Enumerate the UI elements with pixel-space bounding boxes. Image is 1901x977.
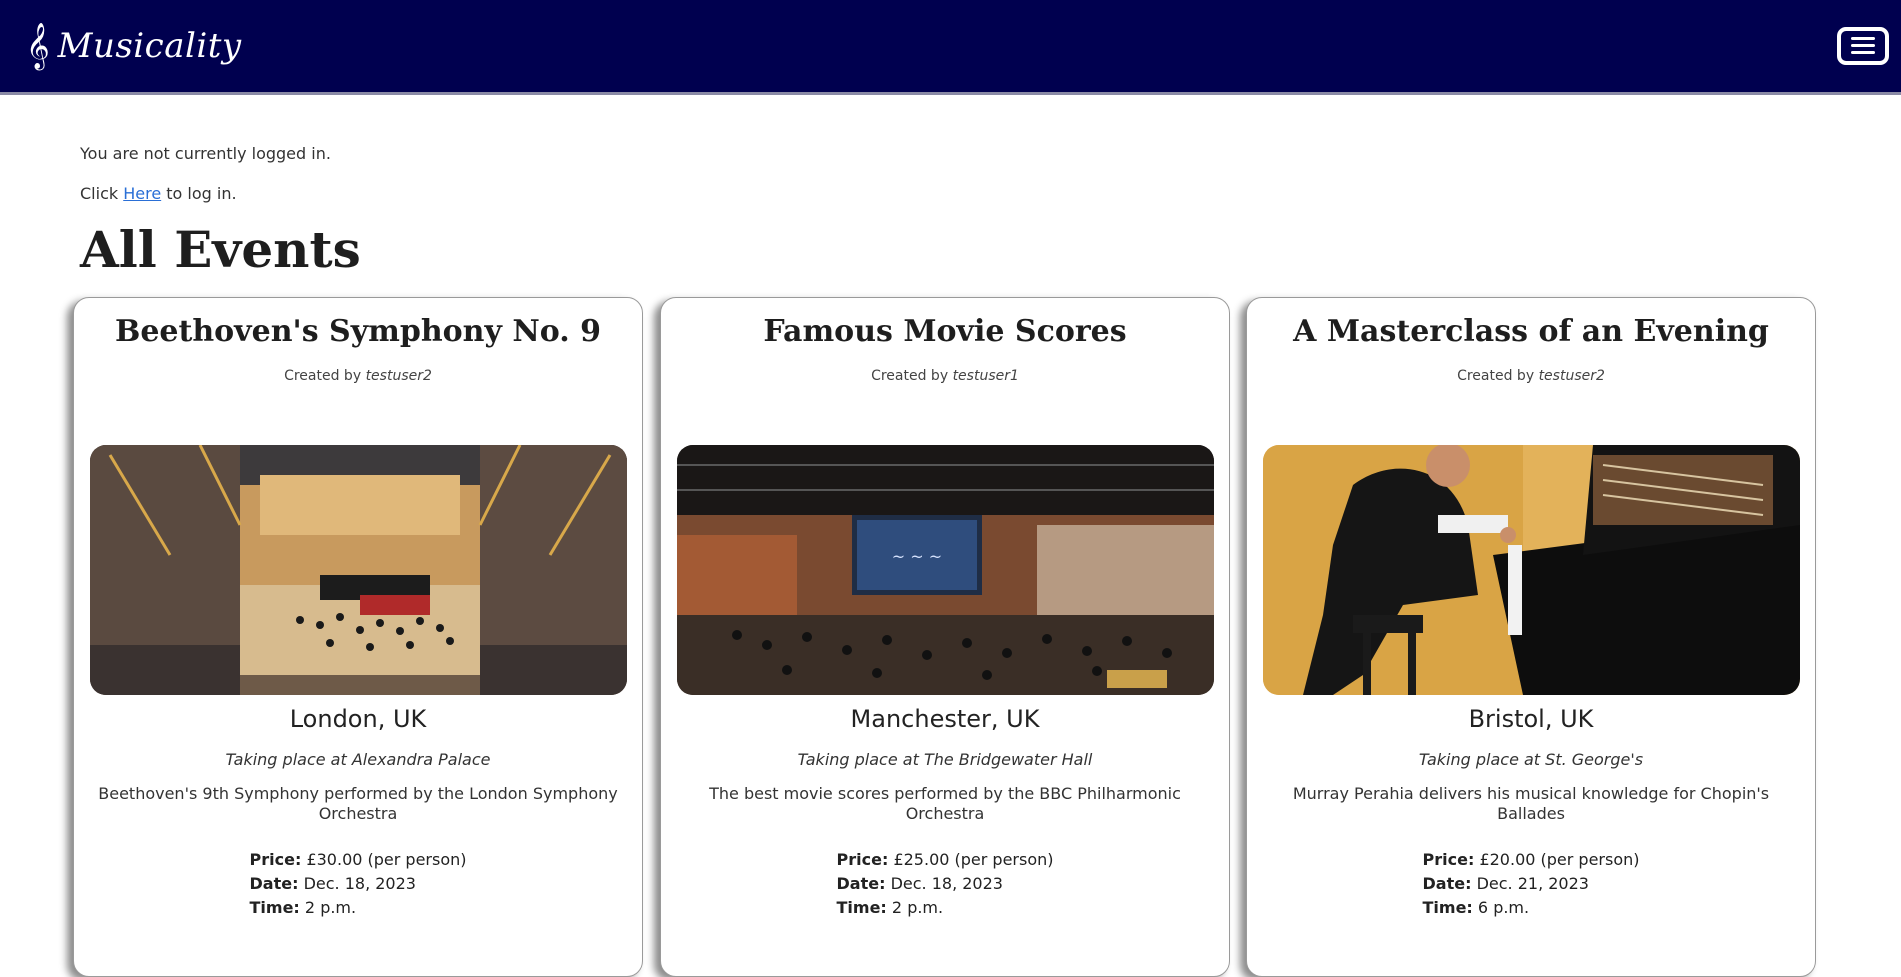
- event-city: Manchester, UK: [850, 705, 1040, 733]
- event-card[interactable]: Beethoven's Symphony No. 9 Created by te…: [73, 297, 643, 977]
- page-title: All Events: [80, 220, 361, 279]
- event-creator: Created by testuser2: [74, 368, 642, 384]
- event-details: Price: £25.00 (per person) Date: Dec. 18…: [661, 848, 1229, 920]
- brand-link[interactable]: 𝄞 Musicality: [26, 22, 242, 70]
- svg-text:~ ~ ~: ~ ~ ~: [892, 547, 942, 566]
- price-label: Price:: [249, 850, 302, 869]
- created-by-label: Created by: [871, 368, 949, 384]
- menu-toggle-button[interactable]: [1837, 27, 1889, 65]
- event-description: Murray Perahia delivers his musical know…: [1292, 784, 1770, 823]
- concert-hall-orchestra-photo: [90, 445, 627, 695]
- time-label: Time:: [249, 898, 300, 917]
- date-label: Date:: [1422, 874, 1472, 893]
- time-label: Time:: [836, 898, 887, 917]
- event-date: Dec. 18, 2023: [890, 874, 1003, 893]
- event-price: £30.00 (per person): [306, 850, 467, 869]
- event-creator: Created by testuser2: [1247, 368, 1815, 384]
- created-by-label: Created by: [1457, 368, 1535, 384]
- date-label: Date:: [836, 874, 886, 893]
- event-description: Beethoven's 9th Symphony performed by th…: [98, 784, 618, 823]
- event-card[interactable]: A Masterclass of an Evening Created by t…: [1246, 297, 1816, 977]
- event-creator: Created by testuser1: [661, 368, 1229, 384]
- hamburger-bar: [1851, 51, 1875, 54]
- event-description: The best movie scores performed by the B…: [709, 784, 1181, 823]
- hamburger-bar: [1851, 44, 1875, 47]
- login-link[interactable]: Here: [123, 184, 161, 203]
- event-details: Price: £30.00 (per person) Date: Dec. 18…: [74, 848, 642, 920]
- login-prompt-suffix: to log in.: [166, 184, 237, 203]
- bbc-philharmonic-studio-photo: ~ ~ ~: [677, 445, 1214, 695]
- event-title: Famous Movie Scores: [763, 314, 1127, 349]
- login-prompt: Click Here to log in.: [80, 184, 237, 203]
- event-venue: Taking place at St. George's: [1418, 750, 1644, 769]
- event-details: Price: £20.00 (per person) Date: Dec. 21…: [1247, 848, 1815, 920]
- created-by-label: Created by: [284, 368, 362, 384]
- event-title: A Masterclass of an Evening: [1293, 314, 1769, 349]
- hamburger-menu-icon: [1851, 37, 1875, 40]
- pianist-grand-piano-photo: [1263, 445, 1800, 695]
- event-price: £20.00 (per person): [1479, 850, 1640, 869]
- login-prompt-prefix: Click: [80, 184, 119, 203]
- login-status-text: You are not currently logged in.: [80, 144, 331, 163]
- price-label: Price:: [836, 850, 889, 869]
- event-date: Dec. 18, 2023: [303, 874, 416, 893]
- event-date: Dec. 21, 2023: [1476, 874, 1589, 893]
- event-time: 2 p.m.: [304, 898, 357, 917]
- event-venue: Taking place at Alexandra Palace: [225, 750, 491, 769]
- creator-username: testuser2: [365, 368, 432, 384]
- event-venue: Taking place at The Bridgewater Hall: [797, 750, 1093, 769]
- event-title: Beethoven's Symphony No. 9: [114, 314, 602, 349]
- time-label: Time:: [1422, 898, 1473, 917]
- brand-name: Musicality: [57, 26, 242, 66]
- creator-username: testuser2: [1538, 368, 1605, 384]
- event-time: 2 p.m.: [891, 898, 944, 917]
- event-time: 6 p.m.: [1477, 898, 1530, 917]
- treble-clef-icon: 𝄞: [26, 23, 50, 69]
- event-city: London, UK: [289, 705, 427, 733]
- event-price: £25.00 (per person): [893, 850, 1054, 869]
- event-card[interactable]: Famous Movie Scores Created by testuser1…: [660, 297, 1230, 977]
- creator-username: testuser1: [952, 368, 1019, 384]
- navbar: 𝄞 Musicality: [0, 0, 1901, 95]
- price-label: Price:: [1422, 850, 1475, 869]
- date-label: Date:: [249, 874, 299, 893]
- event-city: Bristol, UK: [1468, 705, 1594, 733]
